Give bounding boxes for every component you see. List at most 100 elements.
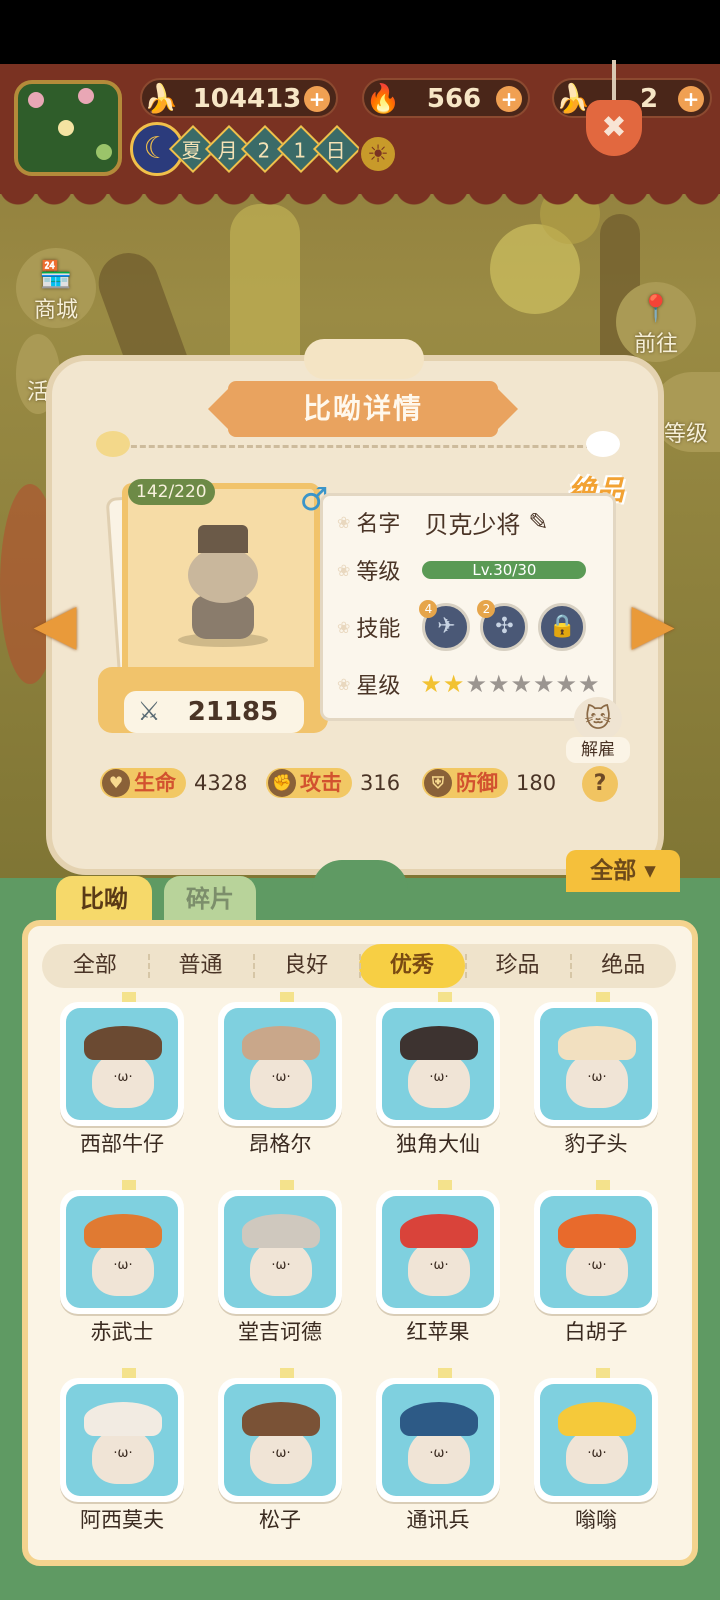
character-name: 白胡子 — [564, 1320, 628, 1344]
character-item[interactable]: ·ω· 赤武士 — [50, 1180, 208, 1350]
character-name: 堂吉诃德 — [238, 1320, 322, 1344]
skill-level-badge: 4 — [419, 600, 438, 618]
help-button[interactable]: ? — [582, 766, 618, 802]
character-portrait: ·ω· — [540, 1384, 652, 1496]
blue-flame-icon: 🔥 — [365, 82, 401, 115]
star-icon: ★ — [555, 670, 578, 698]
rarity-tab[interactable]: 普通 — [147, 944, 254, 988]
character-item[interactable]: ·ω· 独角大仙 — [366, 992, 524, 1162]
character-item[interactable]: ·ω· 松子 — [208, 1368, 366, 1538]
add-flame-button[interactable]: + — [496, 86, 522, 112]
character-portrait: ·ω· — [66, 1384, 178, 1496]
filter-dropdown[interactable]: 全部 ▾ — [566, 850, 680, 892]
hp-count: 142/220 — [128, 479, 215, 505]
wings-skill-icon[interactable]: ✈ 4 — [419, 600, 471, 651]
info-panel: ❀ 名字 贝克少将 ✎ ❀ 等级 Lv.30/30 ❀ 技能 ✈ 4 ✣ 2 🔒 ❀… — [320, 493, 616, 721]
paw-icon: ❀ — [337, 674, 351, 694]
character-item[interactable]: ·ω· 红苹果 — [366, 1180, 524, 1350]
character-item[interactable]: ·ω· 西部牛仔 — [50, 992, 208, 1162]
locked-skill-icon[interactable]: 🔒 — [538, 603, 587, 651]
sun-icon[interactable]: ☀ — [358, 134, 398, 174]
rarity-tab[interactable]: 绝品 — [570, 944, 676, 988]
rarity-tab[interactable]: 珍品 — [464, 944, 571, 988]
character-name: 嗡嗡 — [575, 1508, 617, 1532]
character-portrait: ·ω· — [66, 1196, 178, 1308]
character-item[interactable]: ·ω· 豹子头 — [524, 992, 682, 1162]
bunny-decoration — [304, 339, 424, 379]
stat-attack: ✊ 攻击 316 — [266, 766, 400, 800]
pencil-icon[interactable]: ✎ — [528, 508, 548, 536]
character-portrait: ·ω· — [224, 1384, 336, 1496]
tab-characters[interactable]: 比呦 — [56, 876, 152, 922]
character-item[interactable]: ·ω· 阿西莫夫 — [50, 1368, 208, 1538]
status-bar — [0, 0, 720, 64]
tab-fragments[interactable]: 碎片 — [164, 876, 256, 922]
banana-value: 104413 — [192, 84, 302, 114]
shield-icon: ⛨ — [424, 769, 452, 797]
character-item[interactable]: ·ω· 昂格尔 — [208, 992, 366, 1162]
heart-icon: ♥ — [102, 769, 130, 797]
shop-button[interactable]: 🏪 商城 — [16, 248, 96, 328]
banana-icon: 🍌 — [143, 82, 179, 115]
chick-icon — [586, 431, 620, 457]
goto-button[interactable]: 📍 前往 — [616, 282, 696, 362]
character-name: 豹子头 — [564, 1132, 628, 1156]
close-icon[interactable]: ✖ — [586, 60, 642, 156]
rarity-tab[interactable]: 全部 — [42, 944, 148, 988]
combat-power: ⚔ 21185 — [124, 691, 304, 733]
frog-decoration — [312, 860, 408, 890]
character-name: 通讯兵 — [406, 1508, 470, 1532]
star-icon: ★ — [487, 670, 510, 698]
character-name: 阿西莫夫 — [80, 1508, 164, 1532]
character-item[interactable]: ·ω· 白胡子 — [524, 1180, 682, 1350]
character-portrait: ·ω· — [66, 1008, 178, 1120]
character-portrait: ·ω· — [224, 1196, 336, 1308]
character-portrait: ·ω· — [382, 1196, 494, 1308]
level-label: 等级 — [356, 560, 401, 585]
character-portrait: ·ω· — [382, 1008, 494, 1120]
star-icon: ★ — [420, 670, 442, 698]
next-arrow-icon[interactable]: ▶ — [620, 595, 686, 655]
star-icon: ★ — [442, 670, 465, 698]
season-char: 日 — [312, 124, 362, 174]
character-portrait: ·ω· — [224, 1008, 336, 1120]
character-item[interactable]: ·ω· 嗡嗡 — [524, 1368, 682, 1538]
character-name: 昂格尔 — [248, 1132, 312, 1156]
character-name: 独角大仙 — [396, 1132, 480, 1156]
shop-icon: 🏪 — [39, 260, 73, 290]
rarity-tab[interactable]: 良好 — [253, 944, 359, 988]
character-name: 西部牛仔 — [80, 1132, 164, 1156]
skill-label: 技能 — [356, 617, 401, 642]
paw-icon: ❀ — [337, 512, 351, 532]
star-icon: ★ — [465, 670, 487, 698]
stat-hp: ♥ 生命 4328 — [100, 766, 247, 800]
character-item[interactable]: ·ω· 堂吉诃德 — [208, 1180, 366, 1350]
star-label: 星级 — [356, 674, 401, 699]
rarity-filter: 全部 普通 良好 优秀 珍品 绝品 — [42, 944, 676, 988]
paw-attack-icon: ✊ — [268, 769, 296, 797]
star-icon: ★ — [510, 670, 532, 698]
paw-icon: ❀ — [337, 560, 351, 580]
compass-skill-icon[interactable]: ✣ 2 — [477, 600, 529, 651]
flame-counter: 🔥 566 + — [362, 78, 530, 118]
stat-defense: ⛨ 防御 180 — [422, 766, 556, 800]
dismiss-button[interactable]: 🐱 解雇 — [566, 697, 630, 767]
crossed-swords-icon: ⚔ — [137, 697, 161, 727]
character-sprite — [178, 525, 268, 647]
star-icon: ★ — [532, 670, 555, 698]
character-portrait-card — [122, 483, 320, 679]
prev-arrow-icon[interactable]: ◀ — [22, 595, 88, 655]
star-rating: ★ ★ ★ ★ ★ ★ ★ ★ — [420, 670, 599, 698]
character-portrait: ·ω· — [540, 1196, 652, 1308]
rarity-tab[interactable]: 优秀 — [359, 944, 465, 988]
chick-icon — [96, 431, 130, 457]
player-avatar[interactable] — [14, 80, 122, 176]
character-item[interactable]: ·ω· 通讯兵 — [366, 1368, 524, 1538]
character-name: 松子 — [259, 1508, 301, 1532]
character-name: 贝克少将 — [424, 510, 521, 539]
add-banana-button[interactable]: + — [304, 86, 330, 112]
character-portrait: ·ω· — [540, 1008, 652, 1120]
dialog-title: 比呦详情 — [208, 381, 518, 437]
add-ticket-button[interactable]: + — [678, 86, 704, 112]
skill-level-badge: 2 — [477, 600, 496, 618]
